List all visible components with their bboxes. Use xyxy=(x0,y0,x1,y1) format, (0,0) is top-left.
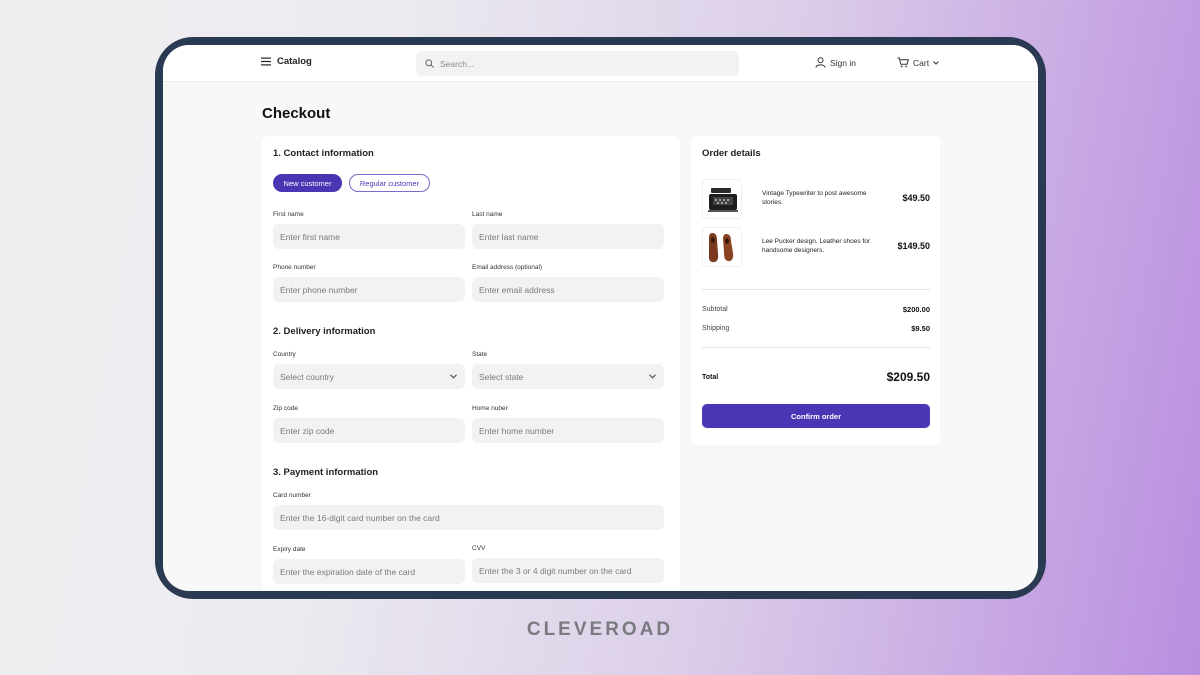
shoes-image xyxy=(702,227,742,267)
device-frame: Catalog Sign in xyxy=(155,37,1046,599)
order-item-price: $149.50 xyxy=(897,241,930,251)
order-item-price: $49.50 xyxy=(902,193,930,203)
subtotal-label: Subtotal xyxy=(702,306,728,313)
first-name-field[interactable] xyxy=(273,224,465,249)
hamburger-menu-icon xyxy=(261,57,271,66)
last-name-field[interactable] xyxy=(472,224,664,249)
chevron-down-icon xyxy=(649,374,656,379)
confirm-order-button[interactable]: Confirm order xyxy=(702,404,930,428)
expiry-date-label: Expiry date xyxy=(273,546,306,553)
cart-button[interactable]: Cart xyxy=(897,57,939,68)
phone-label: Phone number xyxy=(273,264,316,271)
email-field[interactable] xyxy=(472,277,664,302)
sign-in-button[interactable]: Sign in xyxy=(815,57,856,68)
cart-label: Cart xyxy=(913,57,930,68)
shipping-value: $9.50 xyxy=(911,324,930,333)
search-icon xyxy=(425,59,434,68)
cvv-field[interactable] xyxy=(472,558,664,583)
regular-customer-tab[interactable]: Regular customer xyxy=(349,174,430,192)
sign-in-label: Sign in xyxy=(830,57,856,68)
search-input[interactable] xyxy=(440,58,720,69)
checkout-form-card: 1. Contact information New customer Regu… xyxy=(262,136,680,591)
typewriter-image xyxy=(702,179,742,219)
contact-section-title: 1. Contact information xyxy=(273,148,374,159)
order-item: Lee Pucker design. Leather shoes for han… xyxy=(702,227,930,267)
total-value: $209.50 xyxy=(886,370,930,384)
divider xyxy=(702,347,930,348)
user-icon xyxy=(815,57,826,68)
order-item-description: Lee Pucker design. Leather shoes for han… xyxy=(762,238,871,254)
card-number-label: Card number xyxy=(273,492,311,499)
cart-icon xyxy=(897,57,909,68)
delivery-section-title: 2. Delivery information xyxy=(273,326,376,337)
cvv-label: CVV xyxy=(472,545,486,552)
zip-code-label: Zip code xyxy=(273,405,298,412)
card-number-field[interactable] xyxy=(273,505,664,530)
email-label: Email address (optional) xyxy=(472,264,543,271)
new-customer-tab[interactable]: New customer xyxy=(273,174,342,192)
app-screen: Catalog Sign in xyxy=(163,45,1038,591)
divider xyxy=(702,289,930,290)
expiry-date-field[interactable] xyxy=(273,559,465,584)
chevron-down-icon xyxy=(450,374,457,379)
country-select-value: Select country xyxy=(280,371,334,382)
order-details-card: Order details Vintage Typewriter to post… xyxy=(691,136,940,445)
order-item: Vintage Typewriter to post awesome stori… xyxy=(702,179,930,219)
country-label: Country xyxy=(273,351,296,358)
payment-section-title: 3. Payment information xyxy=(273,467,379,478)
total-label: Total xyxy=(702,374,719,381)
zip-code-field[interactable] xyxy=(273,418,465,443)
home-number-field[interactable] xyxy=(472,418,664,443)
brand-logo: CLEVEROAD xyxy=(526,619,674,640)
shipping-label: Shipping xyxy=(702,325,730,332)
search-bar[interactable] xyxy=(416,51,739,76)
phone-field[interactable] xyxy=(273,277,465,302)
page-title: Checkout xyxy=(262,105,331,122)
chevron-down-icon xyxy=(933,60,939,65)
top-navigation-bar: Catalog Sign in xyxy=(163,45,1038,82)
order-details-title: Order details xyxy=(702,148,761,159)
home-number-label: Home nuber xyxy=(472,405,508,412)
last-name-label: Last name xyxy=(472,211,503,218)
country-select[interactable]: Select country xyxy=(273,364,465,389)
state-select-value: Select state xyxy=(479,371,524,382)
state-select[interactable]: Select state xyxy=(472,364,664,389)
order-item-description: Vintage Typewriter to post awesome stori… xyxy=(762,190,867,206)
first-name-label: First name xyxy=(273,211,304,218)
catalog-menu-button[interactable]: Catalog xyxy=(261,56,312,67)
subtotal-value: $200.00 xyxy=(902,305,930,314)
catalog-label: Catalog xyxy=(277,56,312,67)
state-label: State xyxy=(472,351,488,358)
